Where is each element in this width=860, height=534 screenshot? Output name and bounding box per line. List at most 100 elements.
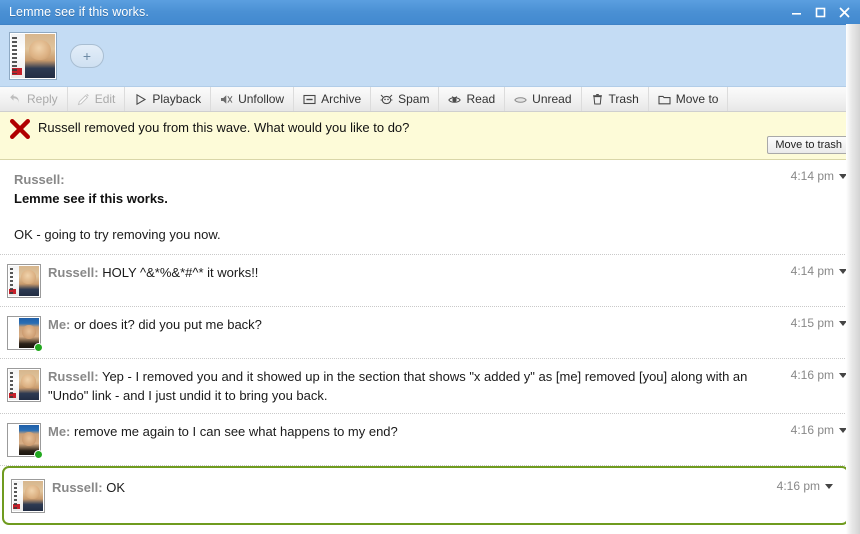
message-timestamp[interactable]: 4:16 pm: [777, 479, 833, 493]
message-text: OK: [106, 480, 125, 495]
wave-thread: Russell: Lemme see if this works. OK - g…: [0, 160, 860, 525]
chevron-down-icon: [839, 427, 847, 433]
notification-bar: Russell removed you from this wave. What…: [0, 112, 860, 160]
thread-message-root[interactable]: Russell: Lemme see if this works. OK - g…: [0, 160, 859, 255]
message-body: Russell: Lemme see if this works. OK - g…: [14, 170, 859, 244]
move-to-trash-button[interactable]: Move to trash: [767, 136, 850, 154]
avatar-portrait: [25, 33, 55, 78]
toolbar-unfollow-button[interactable]: Unfollow: [211, 87, 295, 111]
message-author: Russell:: [48, 369, 99, 384]
title-bar: Lemme see if this works.: [0, 0, 860, 25]
window-controls: [784, 0, 856, 24]
trash-icon: [591, 93, 604, 106]
message-author: Me:: [48, 424, 71, 439]
participants-bar: +: [0, 25, 860, 87]
toolbar-unread-label: Unread: [532, 92, 572, 106]
thread-message-focused[interactable]: Russell: OK 4:16 pm: [2, 466, 849, 525]
toolbar-spam-button[interactable]: Spam: [371, 87, 440, 111]
message-body: Me: remove me again to I can see what ha…: [48, 422, 859, 457]
message-timestamp[interactable]: 4:14 pm: [791, 264, 847, 278]
avatar[interactable]: [7, 368, 41, 402]
red-x-icon: [9, 119, 31, 141]
message-timestamp[interactable]: 4:14 pm: [791, 169, 847, 183]
add-participant-button[interactable]: +: [70, 43, 104, 68]
eye-open-icon: [448, 93, 462, 106]
message-time-label: 4:14 pm: [790, 264, 834, 278]
chevron-down-icon: [825, 483, 833, 489]
message-gutter: [4, 478, 52, 513]
message-text: HOLY ^&*%&*#^* it works!!: [102, 265, 259, 280]
message-author: Russell:: [52, 480, 103, 495]
chevron-down-icon: [839, 268, 847, 274]
avatar[interactable]: [7, 264, 41, 298]
thread-message[interactable]: Russell: Yep - I removed you and it show…: [0, 359, 859, 414]
toolbar-spam-label: Spam: [398, 92, 430, 106]
avatar[interactable]: [11, 479, 45, 513]
thread-message[interactable]: Me: or does it? did you put me back? 4:1…: [0, 307, 859, 359]
message-text: Yep - I removed you and it showed up in …: [48, 369, 748, 403]
toolbar-playback-label: Playback: [152, 92, 202, 106]
toolbar-reply-label: Reply: [27, 92, 58, 106]
window-title: Lemme see if this works.: [9, 5, 149, 19]
toolbar: Reply Edit Playback Unfollow Archive Spa…: [0, 87, 860, 112]
participant-avatar-russell[interactable]: [9, 31, 57, 80]
message-body: Me: or does it? did you put me back?: [48, 315, 859, 350]
pencil-icon: [77, 93, 90, 106]
message-time-label: 4:16 pm: [790, 368, 834, 382]
minimize-icon[interactable]: [784, 1, 808, 23]
message-timestamp[interactable]: 4:16 pm: [791, 423, 847, 437]
online-status-dot: [34, 450, 43, 459]
message-time-label: 4:14 pm: [790, 169, 834, 183]
play-icon: [134, 93, 147, 106]
toolbar-playback-button[interactable]: Playback: [125, 87, 212, 111]
message-text: remove me again to I can see what happen…: [74, 424, 398, 439]
message-time-label: 4:16 pm: [790, 423, 834, 437]
avatar[interactable]: [7, 316, 43, 352]
toolbar-move-to-button[interactable]: Move to: [649, 87, 729, 111]
message-time-label: 4:16 pm: [776, 479, 820, 493]
toolbar-unfollow-label: Unfollow: [238, 92, 285, 106]
message-gutter: [0, 422, 48, 459]
message-body: Russell: Yep - I removed you and it show…: [48, 367, 859, 405]
mute-icon: [220, 93, 233, 106]
message-author: Russell:: [48, 265, 99, 280]
toolbar-read-button[interactable]: Read: [439, 87, 506, 111]
message-gutter: [0, 367, 48, 405]
toolbar-trash-label: Trash: [608, 92, 639, 106]
avatar-badge-strip: [11, 33, 26, 78]
message-timestamp[interactable]: 4:15 pm: [791, 316, 847, 330]
chevron-down-icon: [839, 173, 847, 179]
toolbar-unread-button[interactable]: Unread: [505, 87, 582, 111]
archive-icon: [303, 93, 316, 106]
message-text: OK - going to try removing you now.: [14, 227, 221, 242]
toolbar-edit-label: Edit: [94, 92, 116, 106]
message-time-label: 4:15 pm: [790, 316, 834, 330]
notification-text: Russell removed you from this wave. What…: [38, 120, 410, 135]
eye-closed-icon: [514, 93, 527, 106]
toolbar-reply-button[interactable]: Reply: [0, 87, 68, 111]
message-body: Russell: OK: [52, 478, 847, 513]
close-icon[interactable]: [832, 1, 856, 23]
online-status-dot: [34, 343, 43, 352]
maximize-icon[interactable]: [808, 1, 832, 23]
message-author: Me:: [48, 317, 71, 332]
wave-window: Lemme see if this works. + Reply Edit Pl…: [0, 0, 860, 534]
toolbar-edit-button[interactable]: Edit: [68, 87, 126, 111]
thread-message[interactable]: Russell: HOLY ^&*%&*#^* it works!! 4:14 …: [0, 255, 859, 307]
message-gutter: [0, 315, 48, 352]
toolbar-trash-button[interactable]: Trash: [582, 87, 649, 111]
spam-icon: [380, 93, 393, 106]
toolbar-move-to-label: Move to: [675, 92, 719, 106]
chevron-down-icon: [839, 372, 847, 378]
message-subject: Lemme see if this works.: [14, 191, 168, 206]
thread-message[interactable]: Me: remove me again to I can see what ha…: [0, 414, 859, 466]
avatar[interactable]: [7, 423, 43, 459]
message-timestamp[interactable]: 4:16 pm: [791, 368, 847, 382]
toolbar-read-label: Read: [466, 92, 496, 106]
folder-icon: [658, 93, 671, 106]
message-text: or does it? did you put me back?: [74, 317, 262, 332]
toolbar-archive-button[interactable]: Archive: [294, 87, 372, 111]
message-gutter: [0, 170, 14, 244]
chevron-down-icon: [839, 320, 847, 326]
